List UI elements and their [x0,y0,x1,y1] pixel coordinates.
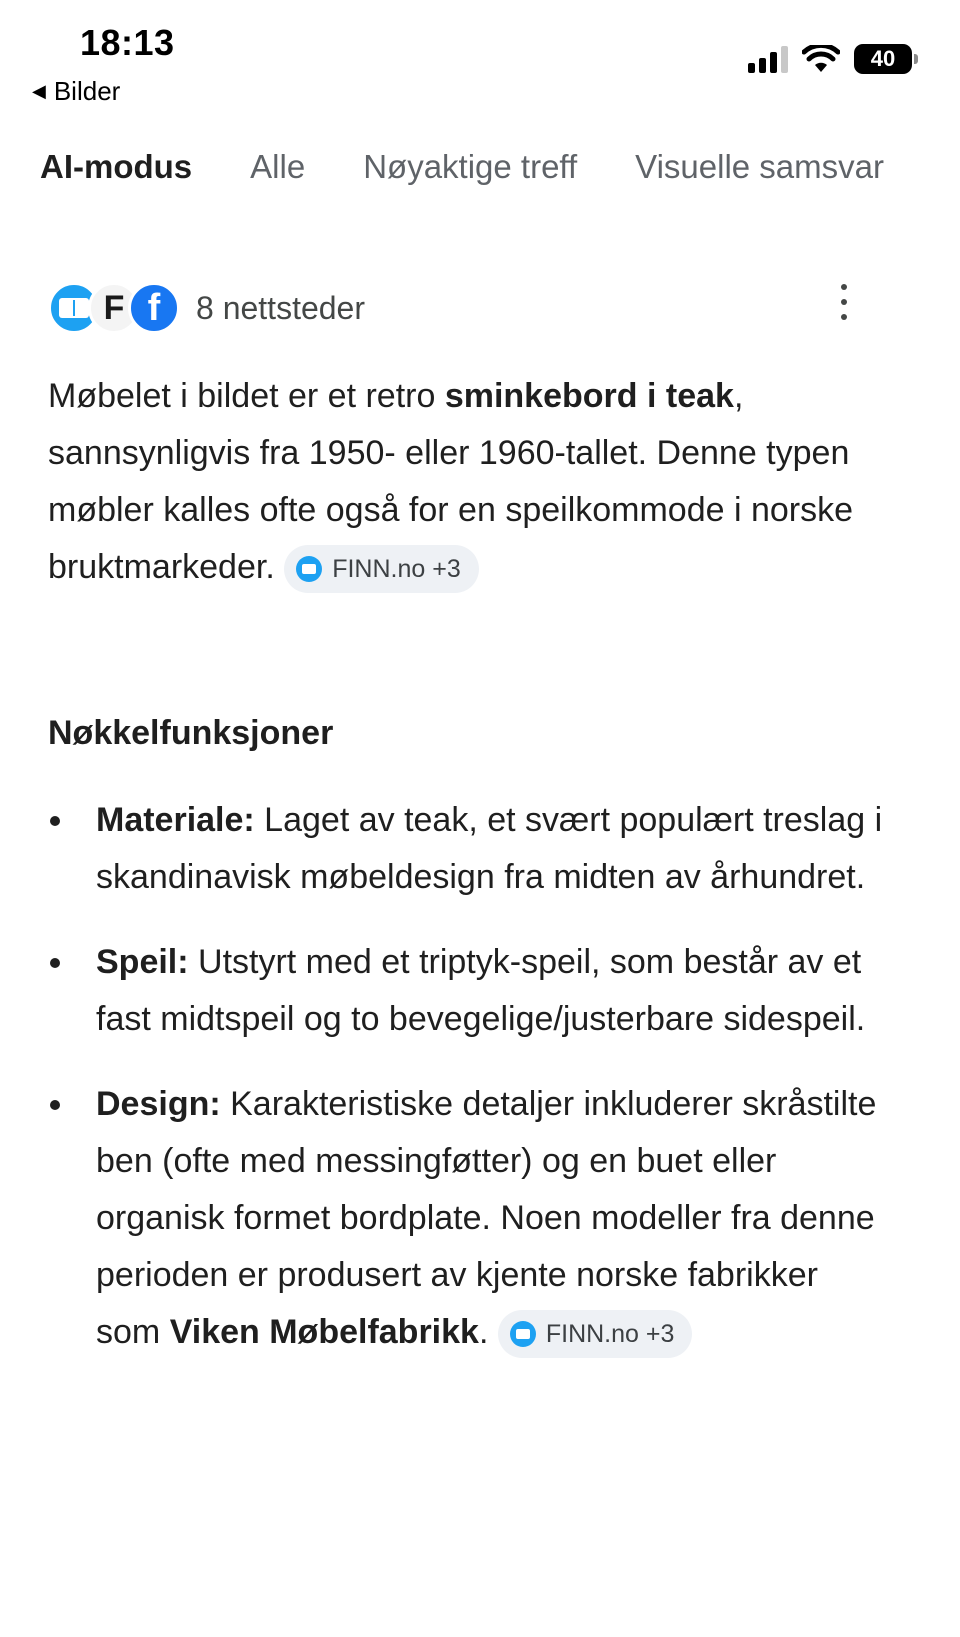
source-chip-finn[interactable]: FINN.no +3 [284,545,479,594]
facebook-icon: f [128,282,180,334]
feature-term: Design: [96,1085,221,1123]
bullet-icon [50,1100,60,1110]
back-arrow-icon: ◀ [32,81,46,101]
tab-exact-matches[interactable]: Nøyaktige treff [363,148,577,186]
manufacturer-name: Viken Møbelfabrikk [169,1313,479,1351]
bullet-icon [50,958,60,968]
bullet-icon [50,816,60,826]
cellular-signal-icon [748,45,788,73]
search-mode-tabs: AI-modus Alle Nøyaktige treff Visuelle s… [40,148,884,186]
list-item: Speil: Utstyrt med et triptyk-speil, som… [48,934,888,1048]
source-favicons: F f [48,282,180,334]
source-chip-finn[interactable]: FINN.no +3 [497,1310,693,1359]
chip-label: FINN.no +3 [332,555,461,584]
summary-highlight: sminkebord i teak [444,377,734,415]
feature-text: Utstyrt med et triptyk-speil, som består… [96,943,866,1038]
wifi-icon [802,45,840,72]
tab-all[interactable]: Alle [250,148,305,186]
sources-count: 8 nettsteder [196,289,365,326]
tab-ai-mode[interactable]: AI-modus [40,148,192,186]
battery-level: 40 [870,46,896,71]
list-item: Materiale: Laget av teak, et svært popul… [48,792,888,906]
summary-text: Møbelet i bildet er et retro [48,377,445,415]
feature-end: . [478,1313,489,1351]
back-to-photos-link[interactable]: ◀ Bilder [32,76,120,107]
feature-text: Karakteristiske detaljer inkluderer skrå… [96,1085,877,1351]
chip-label: FINN.no +3 [545,1320,675,1349]
feature-term: Speil: [96,943,189,981]
section-title: Nøkkelfunksjoner [48,714,334,752]
status-icons: 40 [748,44,918,74]
tab-visual-matches[interactable]: Visuelle samsvar [635,148,884,186]
sources-button[interactable]: F f 8 nettsteder [48,282,365,334]
status-time: 18:13 [80,22,175,63]
more-options-icon[interactable] [832,284,856,320]
finn-icon [296,556,323,583]
feature-term: Materiale: [96,801,255,839]
feature-list: Materiale: Laget av teak, et svært popul… [48,792,888,1389]
finn-icon [509,1321,536,1348]
list-item: Design: Karakteristiske detaljer inklude… [48,1076,888,1361]
back-label: Bilder [53,76,121,106]
screen: 18:13 ◀ Bilder 40 AI-modus Alle Nøyaktig… [0,0,960,1637]
ai-summary: Møbelet i bildet er et retro sminkebord … [48,368,878,596]
battery-icon: 40 [854,44,918,74]
